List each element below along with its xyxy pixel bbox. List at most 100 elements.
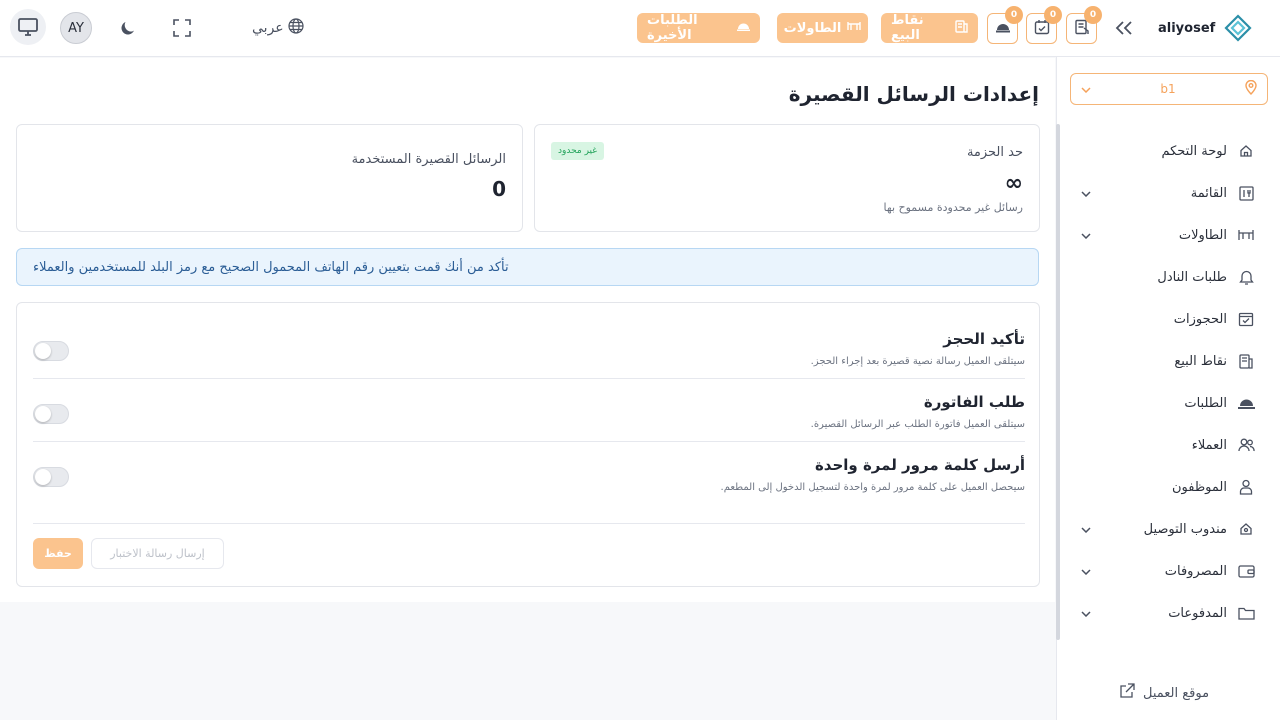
sidebar-item[interactable]: طلبات النادل xyxy=(1057,263,1280,291)
setting-order-invoice: طلب الفاتورة سيتلقى العميل فاتورة الطلب … xyxy=(33,380,1025,442)
bell-icon xyxy=(1237,268,1255,286)
notification-badge: 0 xyxy=(1084,6,1102,24)
sidebar-item[interactable]: القائمة xyxy=(1057,179,1280,207)
sidebar-item-label: لوحة التحكم xyxy=(1161,143,1227,159)
branch-selector[interactable]: b1 xyxy=(1070,73,1268,105)
globe-icon xyxy=(288,18,304,38)
setting-title: أرسل كلمة مرور لمرة واحدة xyxy=(814,456,1025,474)
sidebar-item[interactable]: الحجوزات xyxy=(1057,305,1280,333)
sidebar-item[interactable]: الموظفون xyxy=(1057,473,1280,501)
sidebar-item[interactable]: مندوب التوصيل xyxy=(1057,515,1280,543)
pos-button[interactable]: نقاط البيع xyxy=(881,13,978,43)
pos-label: نقاط البيع xyxy=(891,13,924,43)
sidebar: b1 لوحة التحكم القائمة الطاولات طلبات الناد… xyxy=(1056,57,1280,720)
toggle-knob xyxy=(35,469,51,485)
package-limit-value: ∞ xyxy=(1004,171,1023,196)
notification-badge: 0 xyxy=(1044,6,1062,24)
chevron-down-icon xyxy=(1081,229,1091,242)
order-invoice-toggle[interactable] xyxy=(33,404,69,424)
setting-title: طلب الفاتورة xyxy=(923,393,1025,411)
branch-label: b1 xyxy=(1160,82,1176,96)
package-limit-card: حد الحزمة غير محدود ∞ رسائل غير محدودة م… xyxy=(534,124,1040,232)
setting-reservation-confirmation: تأكيد الحجز سيتلقى العميل رسالة نصية قصي… xyxy=(33,317,1025,379)
avatar[interactable]: AY xyxy=(60,12,92,44)
brand-logo-icon xyxy=(1224,14,1252,42)
send-test-message-button[interactable]: إرسال رسالة الاختبار xyxy=(91,538,224,569)
staff-icon xyxy=(1237,478,1255,496)
wallet-icon xyxy=(1237,562,1255,580)
external-link-icon xyxy=(1119,683,1135,703)
sidebar-item-label: نقاط البيع xyxy=(1174,353,1227,369)
setting-description: سيتلقى العميل فاتورة الطلب عبر الرسائل ا… xyxy=(810,419,1025,430)
chevron-down-icon xyxy=(1081,187,1091,200)
unlimited-badge: غير محدود xyxy=(551,142,604,160)
menu-icon xyxy=(1237,184,1255,202)
page-title: إعدادات الرسائل القصيرة xyxy=(788,82,1039,106)
reservations-notification-button[interactable]: 0 xyxy=(1026,6,1062,44)
reservation-confirmation-toggle[interactable] xyxy=(33,341,69,361)
users-icon xyxy=(1237,436,1255,454)
sidebar-item[interactable]: الطلبات xyxy=(1057,389,1280,417)
sms-settings-panel: تأكيد الحجز سيتلقى العميل رسالة نصية قصي… xyxy=(16,302,1040,587)
toggle-knob xyxy=(35,343,51,359)
fullscreen-icon[interactable] xyxy=(170,16,194,40)
waiter-requests-notification-button[interactable]: 0 xyxy=(1066,6,1102,44)
sidebar-item-label: القائمة xyxy=(1190,185,1227,201)
main-scrollbar[interactable] xyxy=(1056,124,1060,640)
recent-orders-button[interactable]: الطلبات الأخيرة xyxy=(637,13,760,43)
info-notice: تأكد من أنك قمت بتعيين رقم الهاتف المحمو… xyxy=(16,248,1039,286)
used-sms-value: 0 xyxy=(492,177,506,201)
sidebar-item-label: الطلبات xyxy=(1184,395,1227,411)
used-sms-card: الرسائل القصيرة المستخدمة 0 xyxy=(16,124,523,232)
sidebar-item[interactable]: لوحة التحكم xyxy=(1057,137,1280,165)
chevron-down-icon xyxy=(1081,82,1091,96)
save-button[interactable]: حفظ xyxy=(33,538,83,569)
table-icon xyxy=(1237,226,1255,244)
language-label: عربي xyxy=(252,20,284,36)
pos-icon xyxy=(955,19,968,37)
language-switcher[interactable]: عربي xyxy=(252,16,304,40)
recent-orders-label: الطلبات الأخيرة xyxy=(647,13,698,43)
home-icon xyxy=(1237,142,1255,160)
tables-button[interactable]: الطاولات xyxy=(777,13,868,43)
sidebar-item[interactable]: المصروفات xyxy=(1057,557,1280,585)
location-pin-icon xyxy=(1245,79,1257,98)
orders-notification-button[interactable]: 0 xyxy=(987,6,1023,44)
sidebar-item[interactable]: الطاولات xyxy=(1057,221,1280,249)
main-content: إعدادات الرسائل القصيرة حد الحزمة غير مح… xyxy=(0,58,1055,602)
sidebar-item[interactable]: نقاط البيع xyxy=(1057,347,1280,375)
sidebar-item-label: الموظفون xyxy=(1172,479,1227,495)
tables-label: الطاولات xyxy=(783,20,842,36)
cloche-icon xyxy=(1237,394,1255,412)
brand-name: aliyosef xyxy=(1158,20,1216,36)
pos-icon xyxy=(1237,352,1255,370)
chevron-down-icon xyxy=(1081,565,1091,578)
notification-badge: 0 xyxy=(1005,6,1023,24)
sidebar-item[interactable]: المدفوعات xyxy=(1057,599,1280,627)
chevron-down-icon xyxy=(1081,523,1091,536)
delivery-icon xyxy=(1237,520,1255,538)
toggle-knob xyxy=(35,406,51,422)
cloche-icon xyxy=(737,20,750,36)
client-site-link[interactable]: موقع العميل xyxy=(1119,683,1209,703)
sidebar-item-label: طلبات النادل xyxy=(1157,269,1227,285)
setting-description: سيتلقى العميل رسالة نصية قصيرة بعد إجراء… xyxy=(810,356,1025,367)
setting-send-otp: أرسل كلمة مرور لمرة واحدة سيحصل العميل ع… xyxy=(33,443,1025,505)
package-limit-subtext: رسائل غير محدودة مسموح بها xyxy=(883,201,1023,214)
client-site-label: موقع العميل xyxy=(1143,685,1210,701)
moon-icon[interactable] xyxy=(116,16,140,40)
send-otp-toggle[interactable] xyxy=(33,467,69,487)
table-icon xyxy=(847,20,862,36)
sidebar-item-label: المصروفات xyxy=(1164,563,1227,579)
collapse-sidebar-icon[interactable] xyxy=(1112,16,1136,40)
sidebar-item[interactable]: العملاء xyxy=(1057,431,1280,459)
actions-bar: حفظ إرسال رسالة الاختبار xyxy=(33,523,1025,585)
sidebar-item-label: المدفوعات xyxy=(1168,605,1227,621)
sidebar-item-label: الطاولات xyxy=(1178,227,1227,243)
sidebar-item-label: الحجوزات xyxy=(1173,311,1227,327)
setting-description: سيحصل العميل على كلمة مرور لمرة واحدة لت… xyxy=(720,482,1025,493)
sidebar-item-label: العملاء xyxy=(1191,437,1227,453)
package-limit-label: حد الحزمة xyxy=(966,145,1023,160)
sidebar-item-label: مندوب التوصيل xyxy=(1143,521,1227,537)
monitor-icon[interactable] xyxy=(10,9,46,45)
